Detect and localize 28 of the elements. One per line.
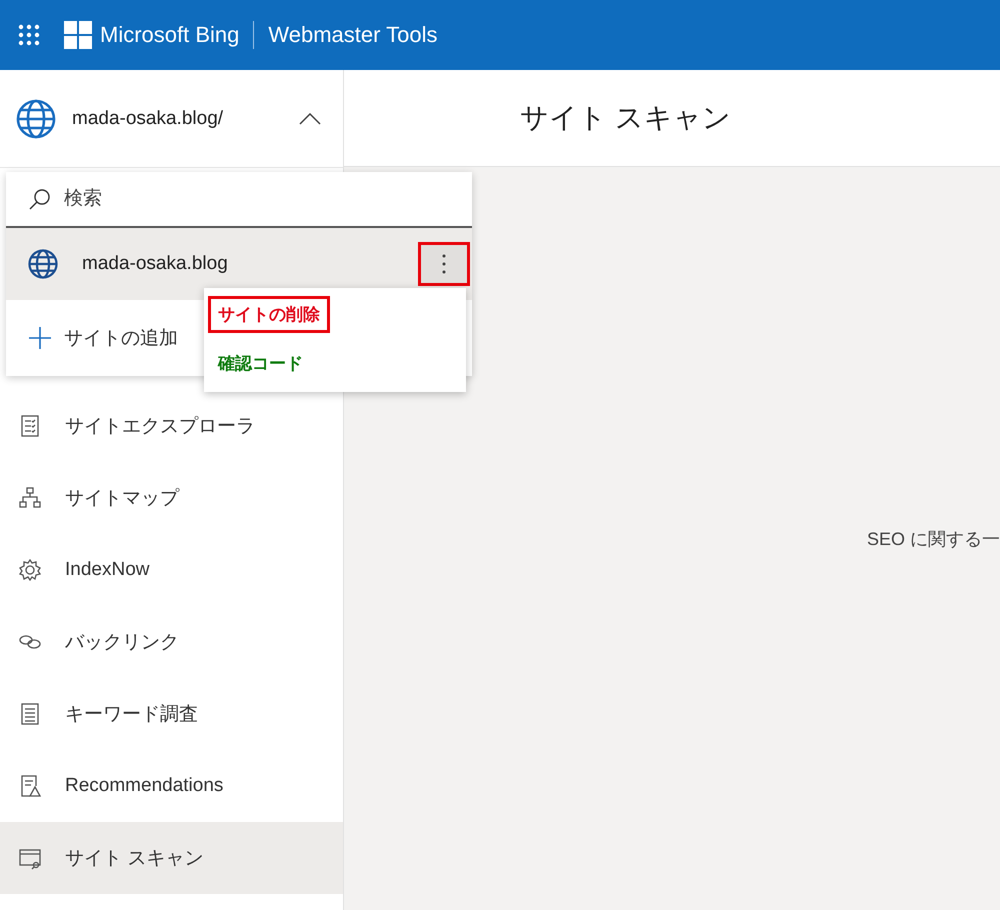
hierarchy-icon xyxy=(18,486,42,510)
brand-name: Microsoft Bing xyxy=(100,22,240,48)
globe-icon xyxy=(16,98,56,138)
nav-item[interactable]: IndexNow xyxy=(0,534,343,606)
more-options-button[interactable] xyxy=(418,242,470,286)
nav-item[interactable]: キーワード調査 xyxy=(0,678,343,750)
site-selector[interactable]: mada-osaka.blog/ xyxy=(0,70,343,168)
body-text: SEO に関する一 xyxy=(866,528,1000,550)
menu-item[interactable]: サイトの削除 xyxy=(208,296,330,333)
site-name: mada-osaka.blog xyxy=(82,253,229,275)
windows-logo-icon xyxy=(64,21,92,49)
nav-item[interactable]: サイトマップ xyxy=(0,462,343,534)
nav-item[interactable]: サイト スキャン xyxy=(0,822,343,894)
nav-item[interactable]: サイトエクスプローラ xyxy=(0,390,343,462)
add-site-button[interactable]: サイトの追加 xyxy=(6,300,184,376)
nav-item[interactable]: Recommendations xyxy=(0,750,343,822)
vertical-ellipsis-icon xyxy=(442,254,446,274)
product-name: Webmaster Tools xyxy=(268,22,438,48)
page-title: サイト スキャン xyxy=(520,101,731,135)
search-field[interactable]: 検索 xyxy=(62,187,472,211)
site-name: mada-osaka.blog/ xyxy=(72,108,224,130)
menu-item[interactable]: 確認コード xyxy=(208,345,313,382)
plus-icon xyxy=(28,326,52,350)
gear-icon xyxy=(18,558,42,582)
globe-icon xyxy=(28,249,58,279)
nav-item[interactable]: バックリンク xyxy=(0,606,343,678)
app-launcher-icon[interactable] xyxy=(18,24,40,46)
search-icon xyxy=(28,187,52,211)
